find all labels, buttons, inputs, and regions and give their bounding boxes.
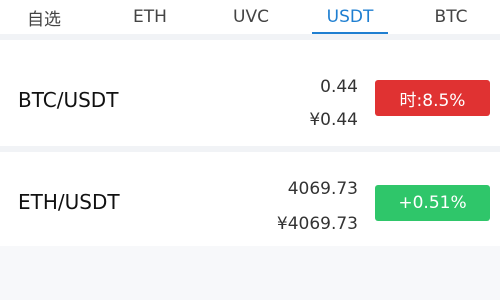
pair-name: ETH/USDT [18, 190, 120, 214]
market-row-eth-usdt[interactable]: ETH/USDT 4069.73 ¥4069.73 +0.51% [0, 152, 500, 246]
tab-label: BTC [434, 7, 468, 27]
tab-favorites[interactable]: 自选 [0, 0, 88, 34]
last-price: 0.44 [320, 77, 358, 97]
tab-label: UVC [233, 7, 269, 27]
tab-btc[interactable]: BTC [405, 0, 497, 34]
list-footer-area [0, 246, 500, 300]
tab-label: ETH [133, 7, 167, 27]
change-badge: +0.51% [375, 185, 490, 221]
tab-label: USDT [326, 7, 374, 27]
tab-eth[interactable]: ETH [104, 0, 196, 34]
price-cny: ¥4069.73 [276, 214, 358, 234]
tab-label: 自选 [27, 9, 61, 30]
price-cny: ¥0.44 [309, 110, 358, 130]
divider [0, 34, 500, 40]
tab-uvc[interactable]: UVC [205, 0, 297, 34]
market-tabs: 自选 ETH UVC USDT BTC [0, 0, 500, 34]
tab-usdt[interactable]: USDT [300, 0, 400, 34]
market-row-btc-usdt[interactable]: BTC/USDT 0.44 ¥0.44 时:8.5% [0, 52, 500, 146]
last-price: 4069.73 [287, 179, 358, 199]
pair-name: BTC/USDT [18, 88, 119, 112]
change-badge: 时:8.5% [375, 80, 490, 116]
